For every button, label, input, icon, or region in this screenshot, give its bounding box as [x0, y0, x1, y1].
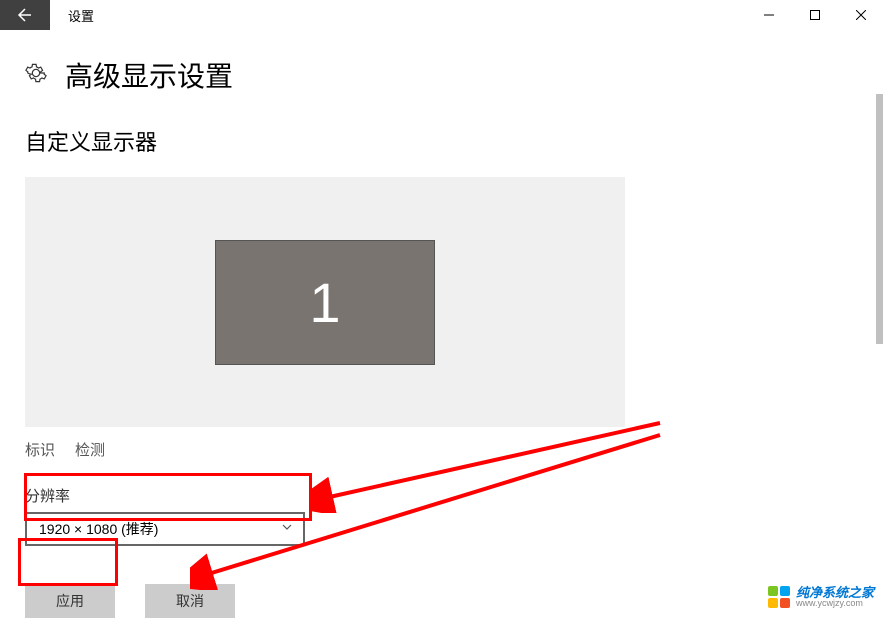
resolution-selected-value: 1920 × 1080 (推荐)	[39, 519, 158, 539]
back-button[interactable]	[0, 0, 50, 30]
apply-button[interactable]: 应用	[25, 584, 115, 618]
display-preview-area[interactable]: 1	[25, 177, 625, 427]
monitor-thumbnail-1[interactable]: 1	[215, 240, 435, 365]
cancel-button-label: 取消	[176, 591, 204, 611]
close-button[interactable]	[838, 0, 884, 30]
watermark-sub-text: www.ycwjzy.com	[796, 599, 874, 608]
watermark-text: 纯净系统之家 www.ycwjzy.com	[796, 586, 874, 608]
page-header: 高级显示设置	[25, 55, 884, 95]
maximize-button[interactable]	[792, 0, 838, 30]
watermark: 纯净系统之家 www.ycwjzy.com	[768, 586, 874, 608]
content-area: 高级显示设置 自定义显示器 1 标识 检测 分辨率 1920 × 1080 (推…	[0, 30, 884, 618]
window-controls	[746, 0, 884, 30]
section-title-customize: 自定义显示器	[25, 125, 884, 157]
resolution-dropdown[interactable]: 1920 × 1080 (推荐)	[25, 512, 305, 546]
apply-button-label: 应用	[56, 591, 84, 611]
cancel-button[interactable]: 取消	[145, 584, 235, 618]
watermark-logo-icon	[768, 586, 790, 608]
gear-icon	[25, 62, 47, 89]
back-arrow-icon	[17, 7, 33, 23]
title-bar: 设置	[0, 0, 884, 30]
display-links-row: 标识 检测	[25, 439, 884, 460]
detect-link[interactable]: 检测	[75, 439, 105, 460]
window-title: 设置	[50, 0, 746, 30]
minimize-button[interactable]	[746, 0, 792, 30]
chevron-down-icon	[281, 520, 293, 538]
button-row: 应用 取消	[25, 584, 884, 618]
maximize-icon	[810, 10, 820, 20]
resolution-label: 分辨率	[25, 485, 884, 506]
minimize-icon	[764, 10, 774, 20]
vertical-scrollbar[interactable]	[876, 94, 883, 344]
page-title: 高级显示设置	[65, 55, 233, 95]
monitor-number: 1	[309, 270, 340, 335]
close-icon	[856, 10, 866, 20]
identify-link[interactable]: 标识	[25, 439, 55, 460]
